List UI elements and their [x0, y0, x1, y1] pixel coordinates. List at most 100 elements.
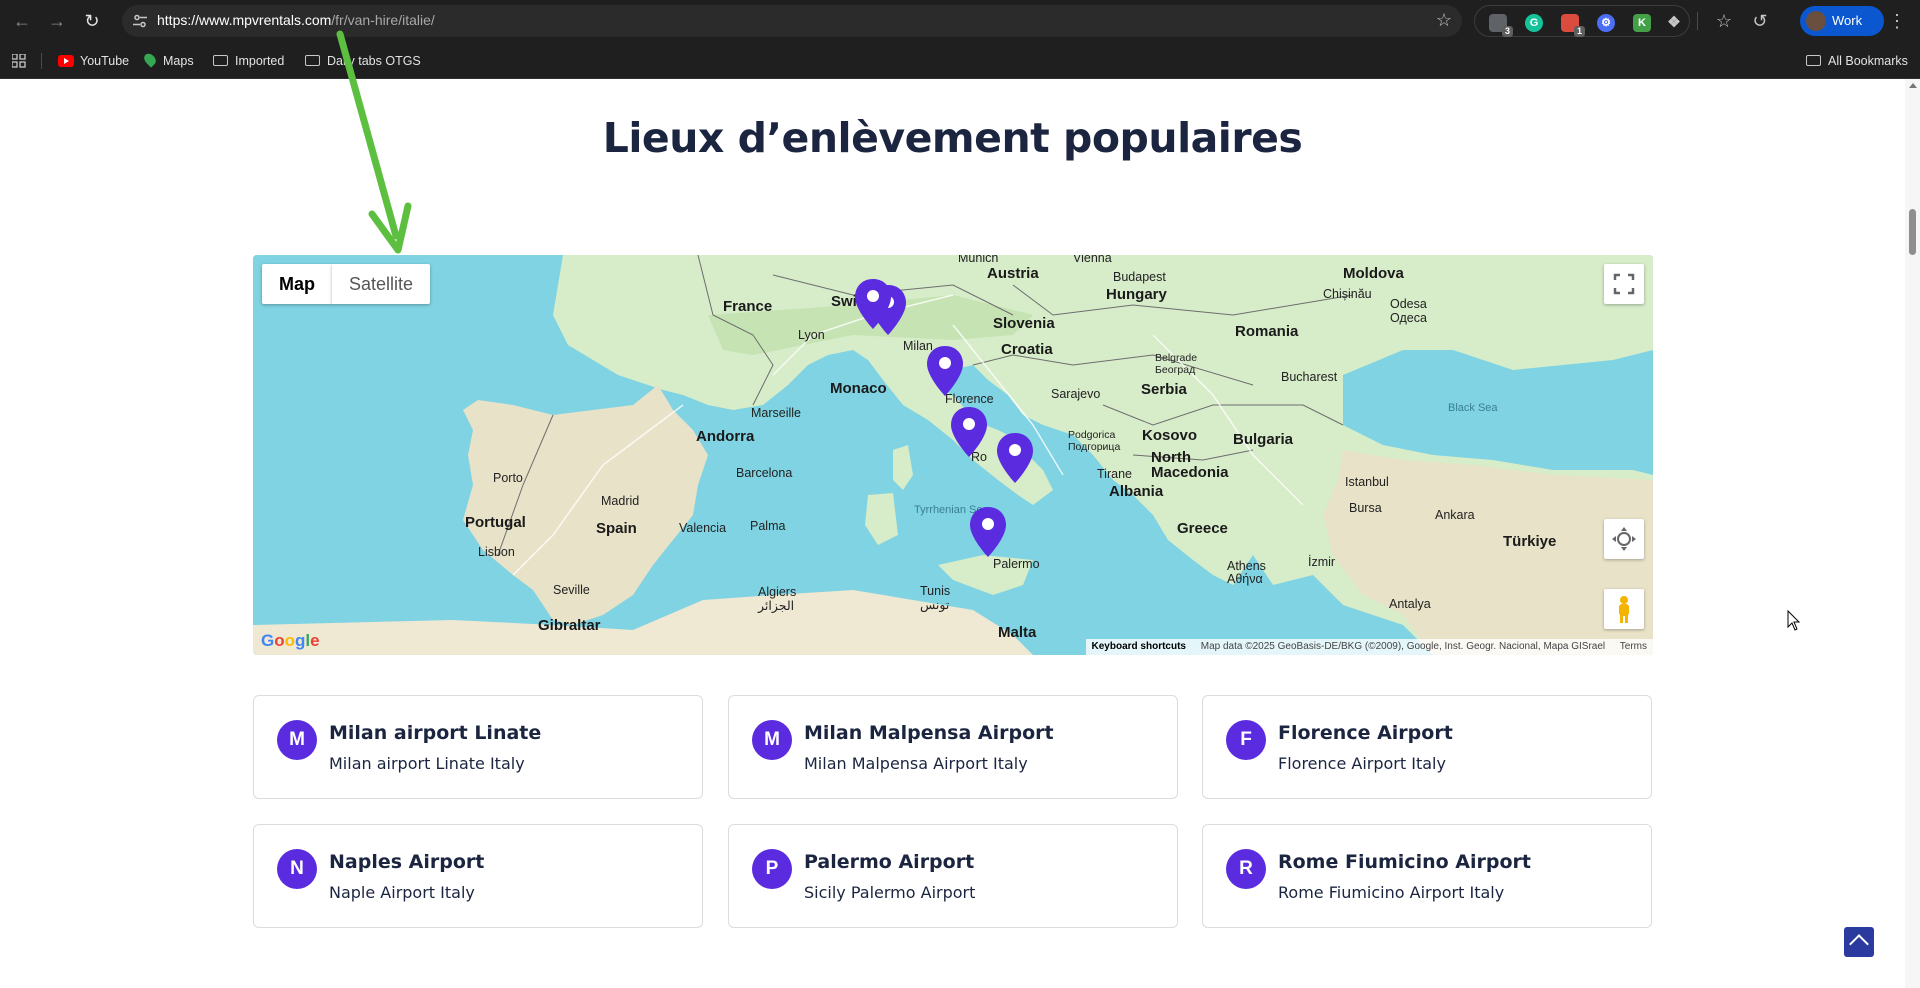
location-initial-badge: M	[752, 720, 792, 760]
location-subtitle: Florence Airport Italy	[1278, 754, 1446, 773]
map-label: Barcelona	[736, 466, 793, 480]
bookmarks-divider	[41, 53, 42, 69]
address-bar[interactable]: https://www.mpvrentals.com/fr/van-hire/i…	[122, 5, 1462, 37]
bookmark-label: Imported	[235, 54, 285, 68]
map-label: Sarajevo	[1051, 387, 1101, 401]
back-to-top-button[interactable]	[1844, 927, 1874, 957]
fullscreen-icon[interactable]	[1604, 264, 1644, 304]
map-label: Kosovo	[1142, 427, 1198, 444]
map-label: Albania	[1109, 483, 1164, 500]
bookmark-maps[interactable]: Maps	[141, 51, 194, 70]
location-subtitle: Naple Airport Italy	[329, 883, 475, 902]
map-pin-florence[interactable]	[925, 344, 965, 398]
map-pin-milan-linate[interactable]	[853, 277, 893, 331]
settings-extension-icon[interactable]: ⚙	[1597, 14, 1615, 32]
location-subtitle: Milan airport Linate Italy	[329, 754, 525, 773]
todoist-extension-icon[interactable]: 1	[1561, 14, 1585, 37]
forward-icon[interactable]: →	[45, 9, 69, 33]
map-label: Croatia	[1001, 341, 1053, 358]
url-text[interactable]: https://www.mpvrentals.com/fr/van-hire/i…	[157, 12, 435, 28]
extensions-group: 3 G 1 ⚙ K ❖	[1474, 5, 1690, 37]
url-path: /fr/van-hire/italie/	[331, 12, 435, 28]
map-label: Athens Αθήνα	[1227, 559, 1266, 586]
terms-link[interactable]: Terms	[1620, 641, 1647, 652]
map-label: Algiers الجزائر	[758, 585, 797, 613]
folder-icon	[213, 55, 228, 67]
youtube-icon	[58, 54, 74, 67]
map-label: Valencia	[679, 521, 727, 535]
camera-control-icon[interactable]	[1604, 519, 1644, 559]
location-initial-badge: F	[1226, 720, 1266, 760]
map-label: Budapest	[1113, 270, 1166, 284]
bookmark-label: Maps	[163, 54, 194, 68]
extension-badge: 1	[1573, 26, 1585, 37]
location-subtitle: Sicily Palermo Airport	[804, 883, 976, 902]
scroll-up-icon[interactable]	[1909, 83, 1917, 88]
bookmark-youtube[interactable]: YouTube	[58, 52, 129, 70]
location-card[interactable]: N Naples Airport Naple Airport Italy	[253, 824, 703, 928]
location-card[interactable]: M Milan Malpensa Airport Milan Malpensa …	[728, 695, 1178, 799]
map-label: Black Sea	[1448, 402, 1498, 414]
map-label: Chișinău	[1323, 287, 1372, 301]
extensions-puzzle-icon[interactable]: ❖	[1665, 14, 1683, 32]
map-label: Ankara	[1435, 508, 1475, 522]
map-label: Antalya	[1389, 597, 1431, 611]
location-initial-badge: N	[277, 849, 317, 889]
apps-grid-icon[interactable]	[12, 54, 26, 68]
map-label: Monaco	[830, 380, 887, 397]
maps-icon	[141, 51, 159, 68]
location-card[interactable]: M Milan airport Linate Milan airport Lin…	[253, 695, 703, 799]
page-scrollbar[interactable]	[1905, 79, 1920, 988]
map-label: Tunis تونس	[920, 584, 951, 612]
bookmark-imported[interactable]: Imported	[213, 52, 284, 70]
url-host: https://www.mpvrentals.com	[157, 12, 332, 28]
scroll-thumb[interactable]	[1909, 209, 1916, 255]
location-card[interactable]: R Rome Fiumicino Airport Rome Fiumicino …	[1202, 824, 1652, 928]
map-pin-rome[interactable]	[949, 405, 989, 459]
bookmark-label: YouTube	[80, 54, 130, 68]
map-label: Palermo	[993, 557, 1040, 571]
map-type-map-button[interactable]: Map	[262, 264, 332, 304]
map-pin-palermo[interactable]	[968, 505, 1008, 559]
map-label: Seville	[553, 583, 590, 597]
menu-kebab-icon[interactable]: ⋮	[1885, 9, 1909, 33]
map-label: Moldova	[1343, 265, 1404, 282]
map-data-text: Map data ©2025 GeoBasis-DE/BKG (©2009), …	[1200, 641, 1606, 652]
keyboard-shortcuts-link[interactable]: Keyboard shortcuts	[1092, 641, 1186, 652]
grammarly-extension-icon[interactable]: G	[1525, 14, 1543, 32]
keepa-extension-icon[interactable]: K	[1633, 14, 1651, 32]
map-label: Palma	[750, 519, 786, 533]
bookmark-star-icon[interactable]: ☆	[1436, 10, 1452, 31]
location-subtitle: Rome Fiumicino Airport Italy	[1278, 883, 1505, 902]
map-label: Munich	[958, 255, 999, 265]
map-label: France	[723, 298, 773, 315]
tab-manager-extension-icon[interactable]: 3	[1489, 14, 1513, 37]
map-type-satellite-button[interactable]: Satellite	[332, 264, 431, 304]
bookmark-label: Daily tabs OTGS	[327, 54, 421, 68]
google-map[interactable]: Map Satellite Munich Vienna Moldova Aust…	[253, 255, 1653, 655]
map-label: Austria	[987, 265, 1039, 282]
street-view-pegman-icon[interactable]	[1604, 589, 1644, 629]
map-label: Serbia	[1141, 381, 1187, 398]
bookmark-daily-tabs[interactable]: Daily tabs OTGS	[305, 52, 421, 70]
map-label: Madrid	[601, 494, 640, 508]
map-label: Hungary	[1106, 286, 1167, 303]
back-icon[interactable]: ←	[10, 9, 34, 33]
history-icon[interactable]: ↺	[1748, 9, 1772, 33]
profile-button[interactable]: Work	[1800, 6, 1884, 36]
location-card[interactable]: F Florence Airport Florence Airport Ital…	[1202, 695, 1652, 799]
location-initial-badge: R	[1226, 849, 1266, 889]
map-label: Bucharest	[1281, 370, 1338, 384]
reload-icon[interactable]: ↻	[80, 9, 104, 33]
bookmarks-panel-icon[interactable]: ☆	[1712, 9, 1736, 33]
map-pin-naples[interactable]	[995, 431, 1035, 485]
map-label: Istanbul	[1345, 475, 1389, 489]
site-settings-icon[interactable]	[132, 13, 148, 29]
location-title: Naples Airport	[329, 851, 485, 873]
toolbar-divider	[1697, 12, 1698, 30]
map-label: Lisbon	[478, 545, 515, 559]
map-label: Lyon	[798, 328, 825, 342]
location-card[interactable]: P Palermo Airport Sicily Palermo Airport	[728, 824, 1178, 928]
all-bookmarks[interactable]: All Bookmarks	[1806, 52, 1908, 70]
location-initial-badge: P	[752, 849, 792, 889]
